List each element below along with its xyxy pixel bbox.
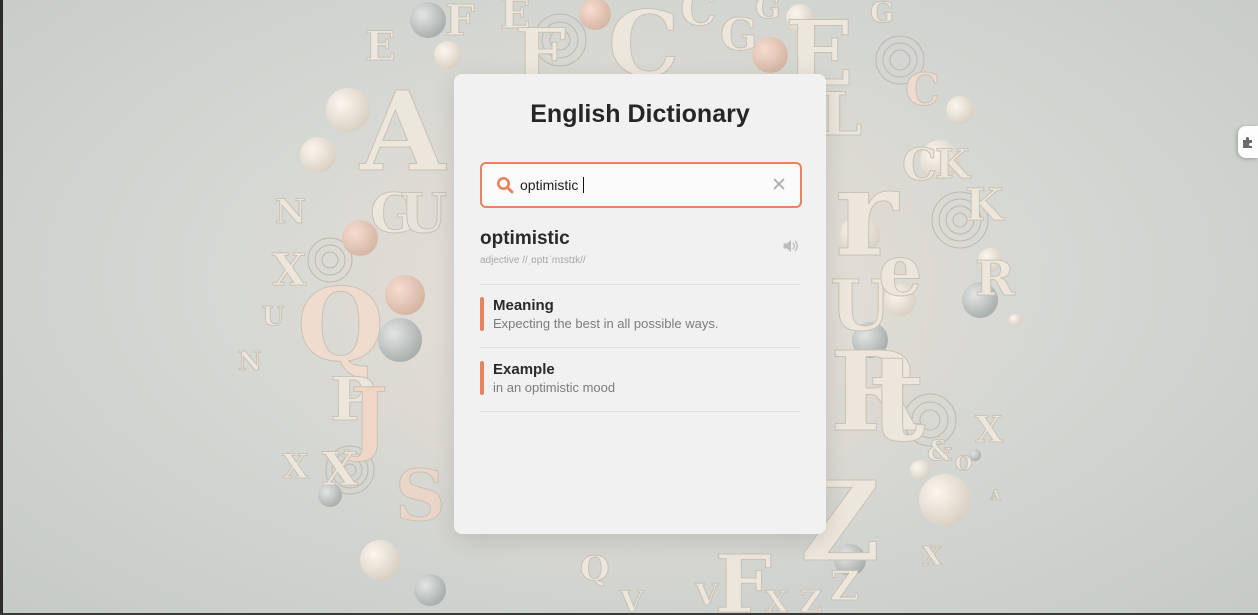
svg-text:X: X (322, 442, 358, 496)
svg-text:C: C (680, 0, 717, 36)
svg-text:&: & (927, 434, 952, 467)
svg-text:L: L (820, 80, 862, 150)
svg-text:R: R (975, 251, 1016, 307)
puzzle-icon (1243, 137, 1252, 148)
svg-text:X: X (765, 585, 789, 615)
word-header: optimistic adjective //ˌɒptɪˈmɪstɪk// (480, 224, 800, 285)
speaker-icon[interactable] (782, 238, 800, 254)
svg-text:C: C (902, 140, 937, 191)
svg-text:X: X (922, 542, 943, 572)
svg-text:Q: Q (580, 549, 610, 589)
meaning-label: Meaning (493, 297, 554, 314)
svg-text:O: O (955, 451, 972, 475)
svg-text:K: K (965, 180, 1005, 231)
accent-bar (480, 361, 484, 395)
search-input[interactable] (520, 173, 760, 197)
svg-text:X: X (282, 447, 309, 487)
svg-text:A: A (359, 67, 447, 196)
side-extension-tab[interactable] (1238, 126, 1258, 158)
app-screen: A G U E F E F C C G G G E L C C K K r U … (0, 0, 1258, 615)
meaning-text: Expecting the best in all possible ways. (493, 316, 719, 331)
svg-text:U: U (400, 181, 447, 245)
svg-text:Z: Z (800, 585, 822, 615)
svg-text:F: F (715, 537, 772, 615)
dictionary-card: English Dictionary optimistic adjective … (454, 74, 826, 534)
search-box[interactable] (480, 162, 802, 208)
svg-text:F: F (445, 0, 475, 45)
example-text: in an optimistic mood (493, 380, 616, 395)
word-title: optimistic (480, 228, 570, 249)
svg-text:Z: Z (830, 563, 859, 610)
svg-text:V: V (619, 585, 644, 615)
example-entry: Example in an optimistic mood (480, 348, 800, 412)
word-phonetic: adjective //ˌɒptɪˈmɪstɪk// (480, 255, 586, 266)
svg-text:S: S (395, 454, 446, 537)
svg-text:G: G (870, 0, 894, 29)
svg-text:G: G (720, 10, 758, 61)
svg-text:A: A (989, 488, 1002, 504)
meaning-entry: Meaning Expecting the best in all possib… (480, 284, 800, 348)
svg-text:G: G (755, 0, 781, 26)
svg-text:E: E (365, 23, 396, 70)
svg-text:N: N (275, 192, 306, 232)
svg-text:e: e (878, 229, 923, 312)
text-cursor (583, 177, 584, 193)
svg-text:t: t (870, 328, 925, 469)
svg-text:N: N (238, 347, 262, 377)
window-frame-left (0, 0, 3, 615)
svg-text:U: U (262, 302, 285, 332)
accent-bar (480, 297, 484, 331)
close-icon[interactable] (772, 177, 786, 191)
svg-text:C: C (905, 65, 940, 116)
search-icon (497, 177, 514, 194)
svg-text:X: X (975, 409, 1003, 451)
svg-text:V: V (694, 578, 719, 613)
app-title: English Dictionary (530, 100, 750, 128)
example-label: Example (493, 361, 555, 378)
